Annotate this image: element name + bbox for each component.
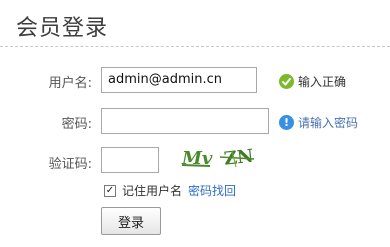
login-button[interactable]: 登录 — [101, 207, 161, 235]
username-status: 输入正确 — [279, 73, 346, 90]
username-status-text: 输入正确 — [298, 75, 347, 89]
remember-label[interactable]: 记住用户名 — [122, 182, 182, 199]
remember-checkbox[interactable]: ✓ — [104, 184, 116, 197]
exclamation-circle-icon: ! — [279, 115, 294, 130]
password-input[interactable] — [101, 108, 269, 134]
password-recover-link[interactable]: 密码找回 — [188, 182, 236, 199]
captcha-input[interactable] — [101, 147, 159, 173]
page-title: 会员登录 — [16, 16, 109, 41]
captcha-image[interactable]: Mv ZN — [180, 145, 262, 171]
captcha-label: 验证码: — [48, 157, 92, 172]
password-label: 密码: — [61, 117, 92, 132]
username-input[interactable]: admin@admin.cn — [101, 67, 257, 93]
remember-row: ✓ 记住用户名 密码找回 — [104, 182, 236, 199]
password-status: ! 请输入密码 — [279, 114, 358, 131]
password-status-text: 请输入密码 — [298, 116, 359, 130]
check-circle-icon — [279, 74, 294, 89]
title-divider — [0, 46, 390, 47]
username-label: 用户名: — [48, 76, 92, 91]
